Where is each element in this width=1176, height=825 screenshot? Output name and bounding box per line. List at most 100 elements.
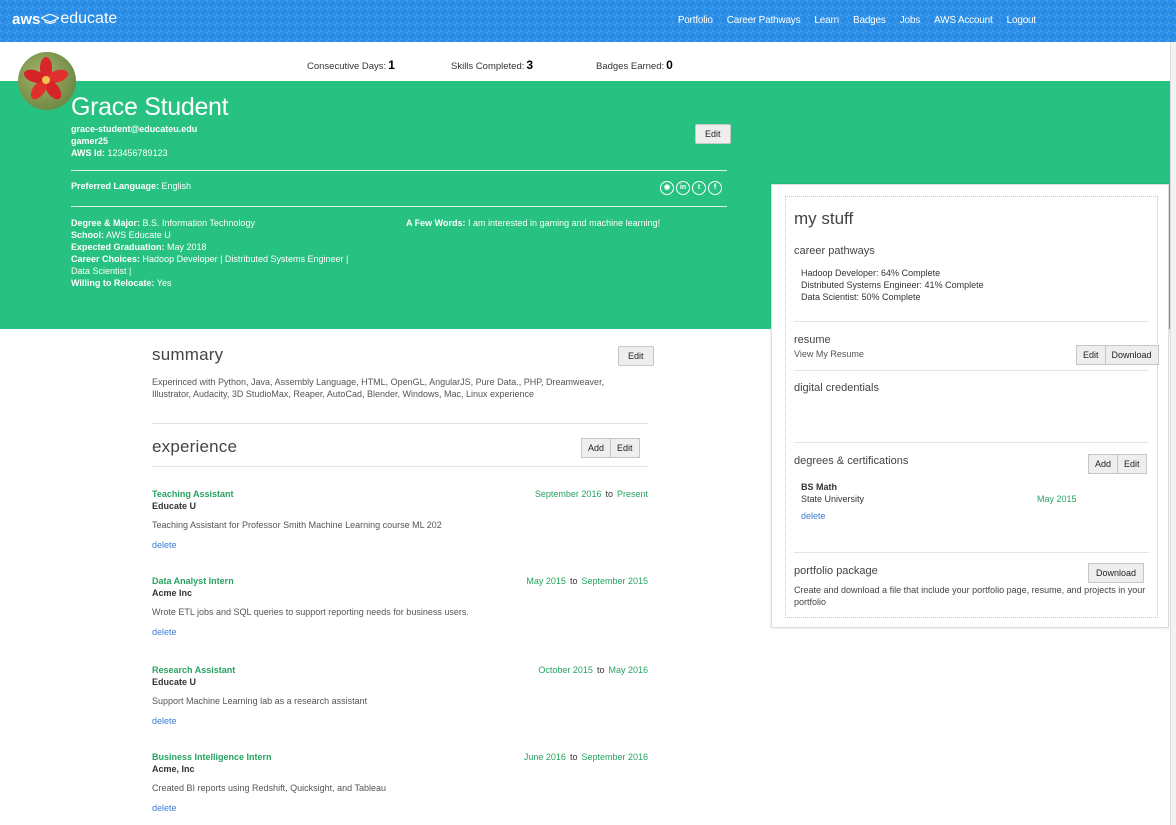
pathway-item[interactable]: Distributed Systems Engineer: 41% Comple… <box>801 279 984 291</box>
nav-career-pathways[interactable]: Career Pathways <box>727 15 801 26</box>
aws-id-label: AWS Id: <box>71 148 105 158</box>
my-stuff-inner: my stuff career pathways Hadoop Develope… <box>785 196 1159 618</box>
experience-delete-link[interactable]: delete <box>152 627 177 637</box>
experience-delete-link[interactable]: delete <box>152 540 177 550</box>
pathway-item[interactable]: Data Scientist: 50% Complete <box>801 291 921 303</box>
summary-edit-button[interactable]: Edit <box>618 346 654 366</box>
profile-username: gamer25 <box>71 136 108 146</box>
nav-aws-account[interactable]: AWS Account <box>934 15 993 26</box>
stat-days-value: 1 <box>388 58 395 72</box>
experience-desc: Support Machine Learning lab as a resear… <box>152 696 368 706</box>
summary-text: Experinced with Python, Java, Assembly L… <box>152 377 605 399</box>
school-value: AWS Educate U <box>106 230 171 240</box>
experience-delete-link[interactable]: delete <box>152 803 177 813</box>
aws-id-value: 123456789123 <box>107 148 168 158</box>
linkedin-icon[interactable]: in <box>676 181 690 195</box>
graduation-cap-icon <box>41 14 60 24</box>
career-choices: Career Choices: Hadoop Developer | Distr… <box>71 253 367 277</box>
degree-date: May 2015 <box>1037 494 1077 504</box>
section-divider <box>794 321 1149 322</box>
expected-graduation: Expected Graduation: May 2018 <box>71 241 371 253</box>
degrees-edit-button[interactable]: Edit <box>1118 454 1147 474</box>
resume-edit-button[interactable]: Edit <box>1076 345 1106 365</box>
date-to-word: to <box>569 752 578 762</box>
facebook-icon[interactable]: f <box>708 181 722 195</box>
experience-item: Teaching Assistant September 2016 to Prese… <box>152 489 648 559</box>
experience-title: experience <box>152 437 238 456</box>
experience-title-text[interactable]: Teaching Assistant <box>152 489 234 499</box>
profile-edit-button[interactable]: Edit <box>695 124 731 144</box>
portfolio-download-button[interactable]: Download <box>1088 563 1145 583</box>
portfolio-description: Create and download a file that include … <box>794 585 1146 607</box>
willing-to-relocate: Willing to Relocate: Yes <box>71 277 371 289</box>
stat-badges-earned: Badges Earned: 0 <box>596 58 673 72</box>
summary-title: summary <box>152 345 224 364</box>
nav-badges[interactable]: Badges <box>853 15 886 26</box>
resume-download-button[interactable]: Download <box>1105 345 1159 365</box>
nav-learn[interactable]: Learn <box>814 15 839 26</box>
section-divider <box>794 552 1149 553</box>
experience-dates: June 2016 to September 2016 <box>524 752 648 762</box>
date-to-word: to <box>605 489 613 499</box>
view-resume-link[interactable]: View My Resume <box>794 348 864 360</box>
experience-org: Acme Inc <box>152 588 193 598</box>
main-nav: Portfolio Career Pathways Learn Badges J… <box>678 15 1036 26</box>
experience-edit-button[interactable]: Edit <box>611 438 640 458</box>
experience-title-text[interactable]: Research Assistant <box>152 665 235 675</box>
degree-value: B.S. Information Technology <box>142 218 255 228</box>
degree-delete-link[interactable]: delete <box>801 510 826 522</box>
nav-portfolio[interactable]: Portfolio <box>678 15 713 26</box>
nav-jobs[interactable]: Jobs <box>900 15 921 26</box>
degrees-actions: Add Edit <box>1088 454 1147 474</box>
stat-consecutive-days: Consecutive Days: 1 <box>307 58 395 72</box>
experience-delete-link[interactable]: delete <box>152 716 177 726</box>
github-icon[interactable]: ◉ <box>660 181 674 195</box>
degrees-certifications-title: degrees & certifications <box>794 455 909 467</box>
profile-email-text: grace-student@educateu.edu <box>71 124 198 134</box>
date-until: September 2015 <box>581 576 648 586</box>
date-from: June 2016 <box>523 752 566 762</box>
aws-educate-logo[interactable]: aws educate <box>12 10 117 28</box>
experience-dates: September 2016 to Present <box>535 489 648 499</box>
section-divider <box>152 466 648 467</box>
section-divider <box>152 423 648 424</box>
pathway-item[interactable]: Hadoop Developer: 64% Complete <box>801 267 940 279</box>
experience-org: Educate U <box>152 501 197 511</box>
nav-logout[interactable]: Logout <box>1007 15 1037 26</box>
avatar[interactable] <box>18 52 76 110</box>
banner-divider <box>71 170 727 171</box>
experience-add-button[interactable]: Add <box>581 438 612 458</box>
date-until: Present <box>616 489 648 499</box>
stat-skills-label: Skills Completed: <box>451 61 525 72</box>
stat-skills-value: 3 <box>526 58 534 72</box>
profile-email: grace-student@educateu.edu <box>71 124 197 134</box>
experience-desc: Wrote ETL jobs and SQL queries to suppor… <box>152 607 469 617</box>
degree-label: Degree & Major: <box>71 218 141 228</box>
degrees-add-button[interactable]: Add <box>1088 454 1119 474</box>
twitter-icon[interactable]: t <box>692 181 706 195</box>
profile-aws-id: AWS Id: 123456789123 <box>71 148 168 158</box>
logo-aws-text: aws <box>12 10 41 28</box>
window-scrollbar[interactable] <box>1170 42 1176 825</box>
relocate-label: Willing to Relocate: <box>71 278 155 288</box>
experience-title-text[interactable]: Data Analyst Intern <box>152 576 234 586</box>
stat-badges-label: Badges Earned: <box>596 61 665 72</box>
experience-dates: October 2015 to May 2016 <box>538 665 648 675</box>
experience-title-text[interactable]: Business Intelligence Intern <box>152 752 272 762</box>
stat-badges-value: 0 <box>666 58 673 72</box>
experience-actions: Add Edit <box>581 438 640 458</box>
pref-lang-label: Preferred Language: <box>71 181 160 191</box>
relocate-value: Yes <box>156 278 172 288</box>
portfolio-package-title: portfolio package <box>794 565 878 577</box>
words-value: I am interested in gaming and machine le… <box>468 218 661 228</box>
profile-username-text: gamer25 <box>71 136 109 146</box>
experience-item: Data Analyst Intern May 2015 to September … <box>152 576 648 646</box>
portfolio-actions: Download <box>1088 563 1145 583</box>
career-label: Career Choices: <box>71 254 141 264</box>
degree-name: BS Math <box>801 482 837 492</box>
school: School: AWS Educate U <box>71 229 371 241</box>
top-navbar: aws educate Portfolio Career Pathways Le… <box>0 0 1176 42</box>
experience-org: Educate U <box>152 677 197 687</box>
social-links: ◉ in t f <box>660 181 722 195</box>
profile-name: Grace Student <box>71 93 229 121</box>
